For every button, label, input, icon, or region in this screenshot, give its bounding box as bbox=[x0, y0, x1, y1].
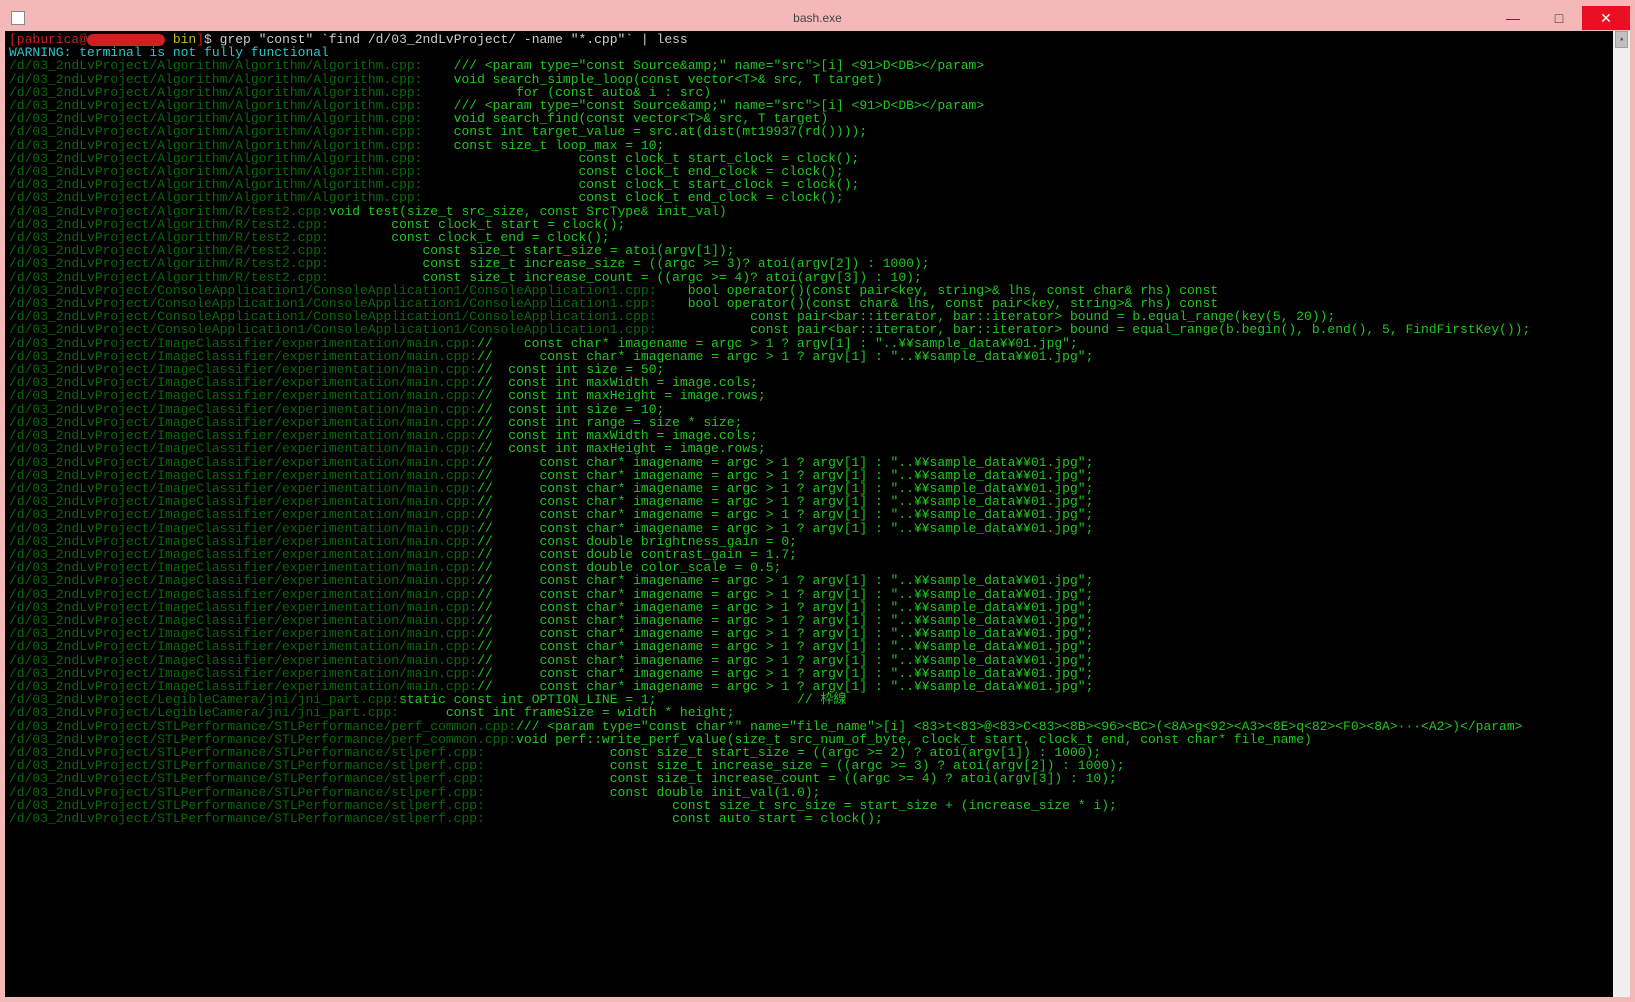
maximize-button[interactable]: □ bbox=[1536, 6, 1582, 30]
output-line: /d/03_2ndLvProject/STLPerformance/STLPer… bbox=[9, 812, 1626, 825]
scrollbar[interactable] bbox=[1613, 31, 1630, 997]
window-controls: — □ ✕ bbox=[1490, 6, 1630, 30]
scrollbar-thumb[interactable] bbox=[1615, 31, 1628, 48]
redacted-host bbox=[87, 34, 165, 46]
window-title: bash.exe bbox=[793, 11, 842, 25]
match-text: const auto start = clock(); bbox=[485, 811, 883, 826]
file-path: /d/03_2ndLvProject/STLPerformance/STLPer… bbox=[9, 811, 485, 826]
close-button[interactable]: ✕ bbox=[1582, 6, 1630, 30]
app-window: bash.exe — □ ✕ [paburica@ bin]$ grep "co… bbox=[0, 0, 1635, 1002]
app-icon bbox=[11, 11, 25, 25]
minimize-button[interactable]: — bbox=[1490, 6, 1536, 30]
terminal-viewport[interactable]: [paburica@ bin]$ grep "const" `find /d/0… bbox=[5, 31, 1630, 997]
grep-output: /d/03_2ndLvProject/Algorithm/Algorithm/A… bbox=[9, 59, 1626, 825]
titlebar[interactable]: bash.exe — □ ✕ bbox=[5, 5, 1630, 31]
